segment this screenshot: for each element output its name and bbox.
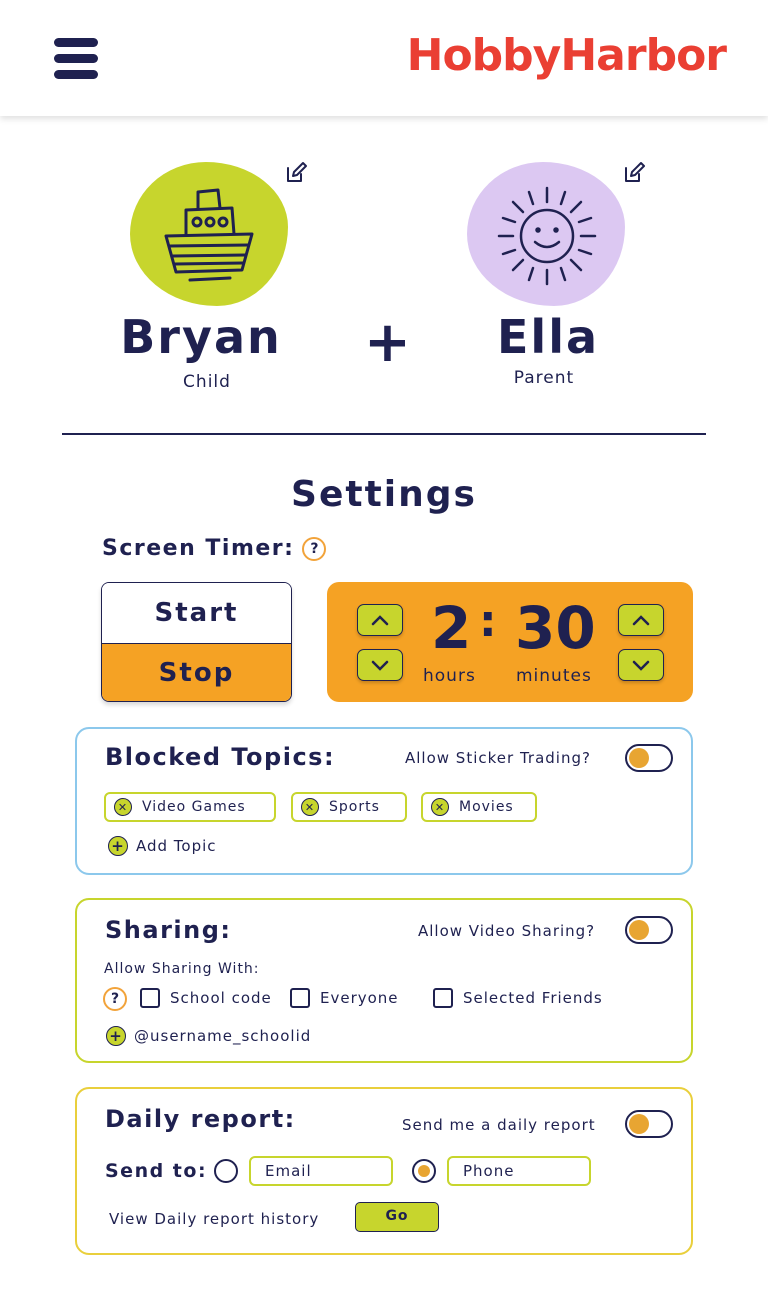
minutes-up-button[interactable] xyxy=(618,604,664,636)
remove-topic-icon[interactable]: ✕ xyxy=(114,798,132,816)
start-stop-control: Start Stop xyxy=(101,582,292,702)
app-header: HobbyHarbor xyxy=(0,0,768,116)
add-topic-label: Add Topic xyxy=(136,837,217,855)
daily-report-toggle[interactable] xyxy=(625,1110,673,1138)
checkbox[interactable] xyxy=(433,988,453,1008)
section-divider xyxy=(62,433,706,435)
option-label: School code xyxy=(170,989,272,1007)
child-avatar[interactable] xyxy=(130,162,288,306)
start-button[interactable]: Start xyxy=(102,583,291,644)
video-sharing-label: Allow Video Sharing? xyxy=(418,922,596,940)
timer-panel: 2 : 30 hours minutes xyxy=(327,582,693,702)
chevron-up-icon xyxy=(371,615,389,626)
option-label: Everyone xyxy=(320,989,399,1007)
minutes-down-button[interactable] xyxy=(618,649,664,681)
report-history-label: View Daily report history xyxy=(109,1210,320,1228)
chevron-up-icon xyxy=(632,615,650,626)
go-button[interactable]: Go xyxy=(355,1202,439,1232)
edit-parent-icon[interactable] xyxy=(622,161,646,185)
phone-radio[interactable] xyxy=(412,1159,436,1183)
hours-label: hours xyxy=(423,666,476,686)
checkbox[interactable] xyxy=(290,988,310,1008)
blocked-topics-card: Blocked Topics: Allow Sticker Trading? ✕… xyxy=(75,727,693,875)
toggle-knob xyxy=(629,748,649,768)
remove-topic-icon[interactable]: ✕ xyxy=(301,798,319,816)
daily-report-title: Daily report: xyxy=(105,1105,296,1133)
daily-report-card: Daily report: Send me a daily report Sen… xyxy=(75,1087,693,1255)
screen-timer-label: Screen Timer: xyxy=(102,536,295,561)
phone-field[interactable]: Phone xyxy=(447,1156,591,1186)
email-radio[interactable] xyxy=(214,1159,238,1183)
hours-value: 2 xyxy=(431,594,472,662)
selected-friends-option[interactable]: Selected Friends xyxy=(433,988,603,1008)
topic-chip[interactable]: ✕ Video Games xyxy=(104,792,276,822)
child-role: Child xyxy=(183,372,231,392)
hours-up-button[interactable] xyxy=(357,604,403,636)
sticker-trading-label: Allow Sticker Trading? xyxy=(405,749,591,767)
radio-selected-dot xyxy=(418,1165,430,1177)
daily-report-toggle-label: Send me a daily report xyxy=(402,1116,596,1134)
everyone-option[interactable]: Everyone xyxy=(290,988,399,1008)
topic-label: Movies xyxy=(459,799,514,815)
toggle-knob xyxy=(629,1114,649,1134)
sharing-card: Sharing: Allow Video Sharing? Allow Shar… xyxy=(75,898,693,1063)
hamburger-menu-icon[interactable] xyxy=(52,34,100,82)
parent-name: Ella xyxy=(497,310,599,364)
boat-icon xyxy=(164,188,254,282)
send-to-label: Send to: xyxy=(105,1160,208,1182)
brand-logo: HobbyHarbor xyxy=(406,30,727,81)
child-name: Bryan xyxy=(120,310,282,364)
option-label: Selected Friends xyxy=(463,989,603,1007)
parent-avatar[interactable] xyxy=(467,162,625,306)
school-code-option[interactable]: School code xyxy=(140,988,272,1008)
add-username-label: @username_schoolid xyxy=(134,1027,312,1045)
timer-separator: : xyxy=(479,596,497,647)
sharing-help-icon[interactable]: ? xyxy=(103,987,127,1011)
sharing-title: Sharing: xyxy=(105,916,232,944)
sticker-trading-toggle[interactable] xyxy=(625,744,673,772)
sun-icon xyxy=(497,186,597,286)
add-topic-button[interactable]: + Add Topic xyxy=(108,836,217,856)
minutes-value: 30 xyxy=(515,594,596,662)
topic-chip[interactable]: ✕ Sports xyxy=(291,792,407,822)
chevron-down-icon xyxy=(371,660,389,671)
blocked-topics-title: Blocked Topics: xyxy=(105,743,336,771)
hours-down-button[interactable] xyxy=(357,649,403,681)
screen-timer-row: Screen Timer: ? xyxy=(102,536,327,561)
stop-button[interactable]: Stop xyxy=(102,644,291,701)
screen-timer-help-icon[interactable]: ? xyxy=(302,536,327,561)
topic-chip[interactable]: ✕ Movies xyxy=(421,792,537,822)
allow-sharing-with-label: Allow Sharing With: xyxy=(104,961,260,977)
topic-label: Sports xyxy=(329,799,380,815)
remove-topic-icon[interactable]: ✕ xyxy=(431,798,449,816)
chevron-down-icon xyxy=(632,660,650,671)
add-circle-icon: + xyxy=(106,1026,126,1046)
minutes-label: minutes xyxy=(516,666,592,686)
checkbox[interactable] xyxy=(140,988,160,1008)
add-username-button[interactable]: + @username_schoolid xyxy=(106,1026,311,1046)
parent-role: Parent xyxy=(513,368,575,388)
toggle-knob xyxy=(629,920,649,940)
email-field[interactable]: Email xyxy=(249,1156,393,1186)
edit-child-icon[interactable] xyxy=(284,161,308,185)
settings-title: Settings xyxy=(291,474,477,515)
topic-label: Video Games xyxy=(142,799,246,815)
video-sharing-toggle[interactable] xyxy=(625,916,673,944)
plus-joiner: + xyxy=(364,310,411,375)
add-circle-icon: + xyxy=(108,836,128,856)
